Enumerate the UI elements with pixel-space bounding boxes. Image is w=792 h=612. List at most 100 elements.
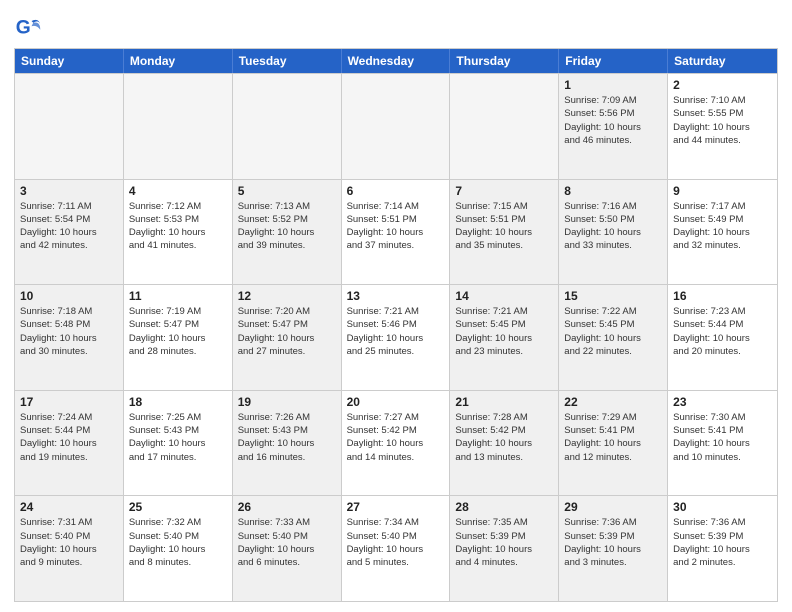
calendar-cell: 12 Sunrise: 7:20 AM Sunset: 5:47 PM Dayli… [233, 285, 342, 390]
calendar-cell: 26 Sunrise: 7:33 AM Sunset: 5:40 PM Dayli… [233, 496, 342, 601]
day-number: 13 [347, 289, 445, 303]
cell-info: Sunrise: 7:18 AM Sunset: 5:48 PM Dayligh… [20, 305, 118, 358]
day-number: 26 [238, 500, 336, 514]
calendar-cell: 24 Sunrise: 7:31 AM Sunset: 5:40 PM Dayli… [15, 496, 124, 601]
day-number: 2 [673, 78, 772, 92]
day-number: 22 [564, 395, 662, 409]
calendar-header: SundayMondayTuesdayWednesdayThursdayFrid… [15, 49, 777, 73]
weekday-header: Tuesday [233, 49, 342, 73]
logo-icon: G [14, 14, 42, 42]
cell-info: Sunrise: 7:21 AM Sunset: 5:45 PM Dayligh… [455, 305, 553, 358]
cell-info: Sunrise: 7:09 AM Sunset: 5:56 PM Dayligh… [564, 94, 662, 147]
day-number: 8 [564, 184, 662, 198]
day-number: 21 [455, 395, 553, 409]
day-number: 25 [129, 500, 227, 514]
weekday-header: Sunday [15, 49, 124, 73]
day-number: 7 [455, 184, 553, 198]
calendar-cell: 23 Sunrise: 7:30 AM Sunset: 5:41 PM Dayli… [668, 391, 777, 496]
cell-info: Sunrise: 7:11 AM Sunset: 5:54 PM Dayligh… [20, 200, 118, 253]
calendar-cell: 28 Sunrise: 7:35 AM Sunset: 5:39 PM Dayli… [450, 496, 559, 601]
cell-info: Sunrise: 7:30 AM Sunset: 5:41 PM Dayligh… [673, 411, 772, 464]
calendar-cell: 16 Sunrise: 7:23 AM Sunset: 5:44 PM Dayli… [668, 285, 777, 390]
cell-info: Sunrise: 7:36 AM Sunset: 5:39 PM Dayligh… [673, 516, 772, 569]
calendar-cell: 9Sunrise: 7:17 AM Sunset: 5:49 PM Daylig… [668, 180, 777, 285]
page: G SundayMondayTuesdayWednesdayThursdayFr… [0, 0, 792, 612]
calendar-cell: 3 Sunrise: 7:11 AM Sunset: 5:54 PM Daylig… [15, 180, 124, 285]
day-number: 1 [564, 78, 662, 92]
calendar-cell: 17 Sunrise: 7:24 AM Sunset: 5:44 PM Dayli… [15, 391, 124, 496]
calendar-cell: 21 Sunrise: 7:28 AM Sunset: 5:42 PM Dayli… [450, 391, 559, 496]
calendar-cell: 8Sunrise: 7:16 AM Sunset: 5:50 PM Daylig… [559, 180, 668, 285]
cell-info: Sunrise: 7:31 AM Sunset: 5:40 PM Dayligh… [20, 516, 118, 569]
day-number: 15 [564, 289, 662, 303]
calendar-cell: 20 Sunrise: 7:27 AM Sunset: 5:42 PM Dayli… [342, 391, 451, 496]
calendar-cell: 1 Sunrise: 7:09 AM Sunset: 5:56 PM Daylig… [559, 74, 668, 179]
calendar-cell [124, 74, 233, 179]
calendar-cell: 4 Sunrise: 7:12 AM Sunset: 5:53 PM Daylig… [124, 180, 233, 285]
day-number: 4 [129, 184, 227, 198]
cell-info: Sunrise: 7:22 AM Sunset: 5:45 PM Dayligh… [564, 305, 662, 358]
calendar-cell: 11 Sunrise: 7:19 AM Sunset: 5:47 PM Dayli… [124, 285, 233, 390]
calendar-cell: 29 Sunrise: 7:36 AM Sunset: 5:39 PM Dayli… [559, 496, 668, 601]
cell-info: Sunrise: 7:36 AM Sunset: 5:39 PM Dayligh… [564, 516, 662, 569]
day-number: 29 [564, 500, 662, 514]
cell-info: Sunrise: 7:35 AM Sunset: 5:39 PM Dayligh… [455, 516, 553, 569]
cell-info: Sunrise: 7:10 AM Sunset: 5:55 PM Dayligh… [673, 94, 772, 147]
calendar-row: 24 Sunrise: 7:31 AM Sunset: 5:40 PM Dayli… [15, 495, 777, 601]
cell-info: Sunrise: 7:25 AM Sunset: 5:43 PM Dayligh… [129, 411, 227, 464]
day-number: 6 [347, 184, 445, 198]
calendar-row: 3 Sunrise: 7:11 AM Sunset: 5:54 PM Daylig… [15, 179, 777, 285]
calendar-cell: 2 Sunrise: 7:10 AM Sunset: 5:55 PM Daylig… [668, 74, 777, 179]
cell-info: Sunrise: 7:19 AM Sunset: 5:47 PM Dayligh… [129, 305, 227, 358]
weekday-header: Friday [559, 49, 668, 73]
day-number: 20 [347, 395, 445, 409]
cell-info: Sunrise: 7:14 AM Sunset: 5:51 PM Dayligh… [347, 200, 445, 253]
day-number: 28 [455, 500, 553, 514]
day-number: 12 [238, 289, 336, 303]
calendar-row: 1 Sunrise: 7:09 AM Sunset: 5:56 PM Daylig… [15, 73, 777, 179]
calendar-cell [342, 74, 451, 179]
day-number: 27 [347, 500, 445, 514]
day-number: 11 [129, 289, 227, 303]
calendar-cell [233, 74, 342, 179]
cell-info: Sunrise: 7:13 AM Sunset: 5:52 PM Dayligh… [238, 200, 336, 253]
calendar: SundayMondayTuesdayWednesdayThursdayFrid… [14, 48, 778, 602]
weekday-header: Monday [124, 49, 233, 73]
calendar-cell: 22Sunrise: 7:29 AM Sunset: 5:41 PM Dayli… [559, 391, 668, 496]
day-number: 9 [673, 184, 772, 198]
day-number: 18 [129, 395, 227, 409]
day-number: 3 [20, 184, 118, 198]
cell-info: Sunrise: 7:28 AM Sunset: 5:42 PM Dayligh… [455, 411, 553, 464]
day-number: 16 [673, 289, 772, 303]
day-number: 24 [20, 500, 118, 514]
calendar-cell: 18 Sunrise: 7:25 AM Sunset: 5:43 PM Dayli… [124, 391, 233, 496]
cell-info: Sunrise: 7:15 AM Sunset: 5:51 PM Dayligh… [455, 200, 553, 253]
calendar-row: 10 Sunrise: 7:18 AM Sunset: 5:48 PM Dayli… [15, 284, 777, 390]
day-number: 14 [455, 289, 553, 303]
calendar-cell: 6 Sunrise: 7:14 AM Sunset: 5:51 PM Daylig… [342, 180, 451, 285]
calendar-cell: 7 Sunrise: 7:15 AM Sunset: 5:51 PM Daylig… [450, 180, 559, 285]
cell-info: Sunrise: 7:27 AM Sunset: 5:42 PM Dayligh… [347, 411, 445, 464]
day-number: 23 [673, 395, 772, 409]
calendar-cell: 10 Sunrise: 7:18 AM Sunset: 5:48 PM Dayli… [15, 285, 124, 390]
calendar-cell [15, 74, 124, 179]
cell-info: Sunrise: 7:24 AM Sunset: 5:44 PM Dayligh… [20, 411, 118, 464]
cell-info: Sunrise: 7:12 AM Sunset: 5:53 PM Dayligh… [129, 200, 227, 253]
calendar-cell: 27Sunrise: 7:34 AM Sunset: 5:40 PM Dayli… [342, 496, 451, 601]
svg-text:G: G [16, 17, 31, 38]
cell-info: Sunrise: 7:20 AM Sunset: 5:47 PM Dayligh… [238, 305, 336, 358]
header: G [14, 10, 778, 42]
logo: G [14, 14, 44, 42]
calendar-cell: 14 Sunrise: 7:21 AM Sunset: 5:45 PM Dayli… [450, 285, 559, 390]
calendar-cell: 15 Sunrise: 7:22 AM Sunset: 5:45 PM Dayli… [559, 285, 668, 390]
day-number: 17 [20, 395, 118, 409]
day-number: 10 [20, 289, 118, 303]
calendar-cell: 25Sunrise: 7:32 AM Sunset: 5:40 PM Dayli… [124, 496, 233, 601]
cell-info: Sunrise: 7:33 AM Sunset: 5:40 PM Dayligh… [238, 516, 336, 569]
weekday-header: Thursday [450, 49, 559, 73]
calendar-cell: 30Sunrise: 7:36 AM Sunset: 5:39 PM Dayli… [668, 496, 777, 601]
day-number: 5 [238, 184, 336, 198]
cell-info: Sunrise: 7:23 AM Sunset: 5:44 PM Dayligh… [673, 305, 772, 358]
calendar-cell: 19Sunrise: 7:26 AM Sunset: 5:43 PM Dayli… [233, 391, 342, 496]
day-number: 19 [238, 395, 336, 409]
